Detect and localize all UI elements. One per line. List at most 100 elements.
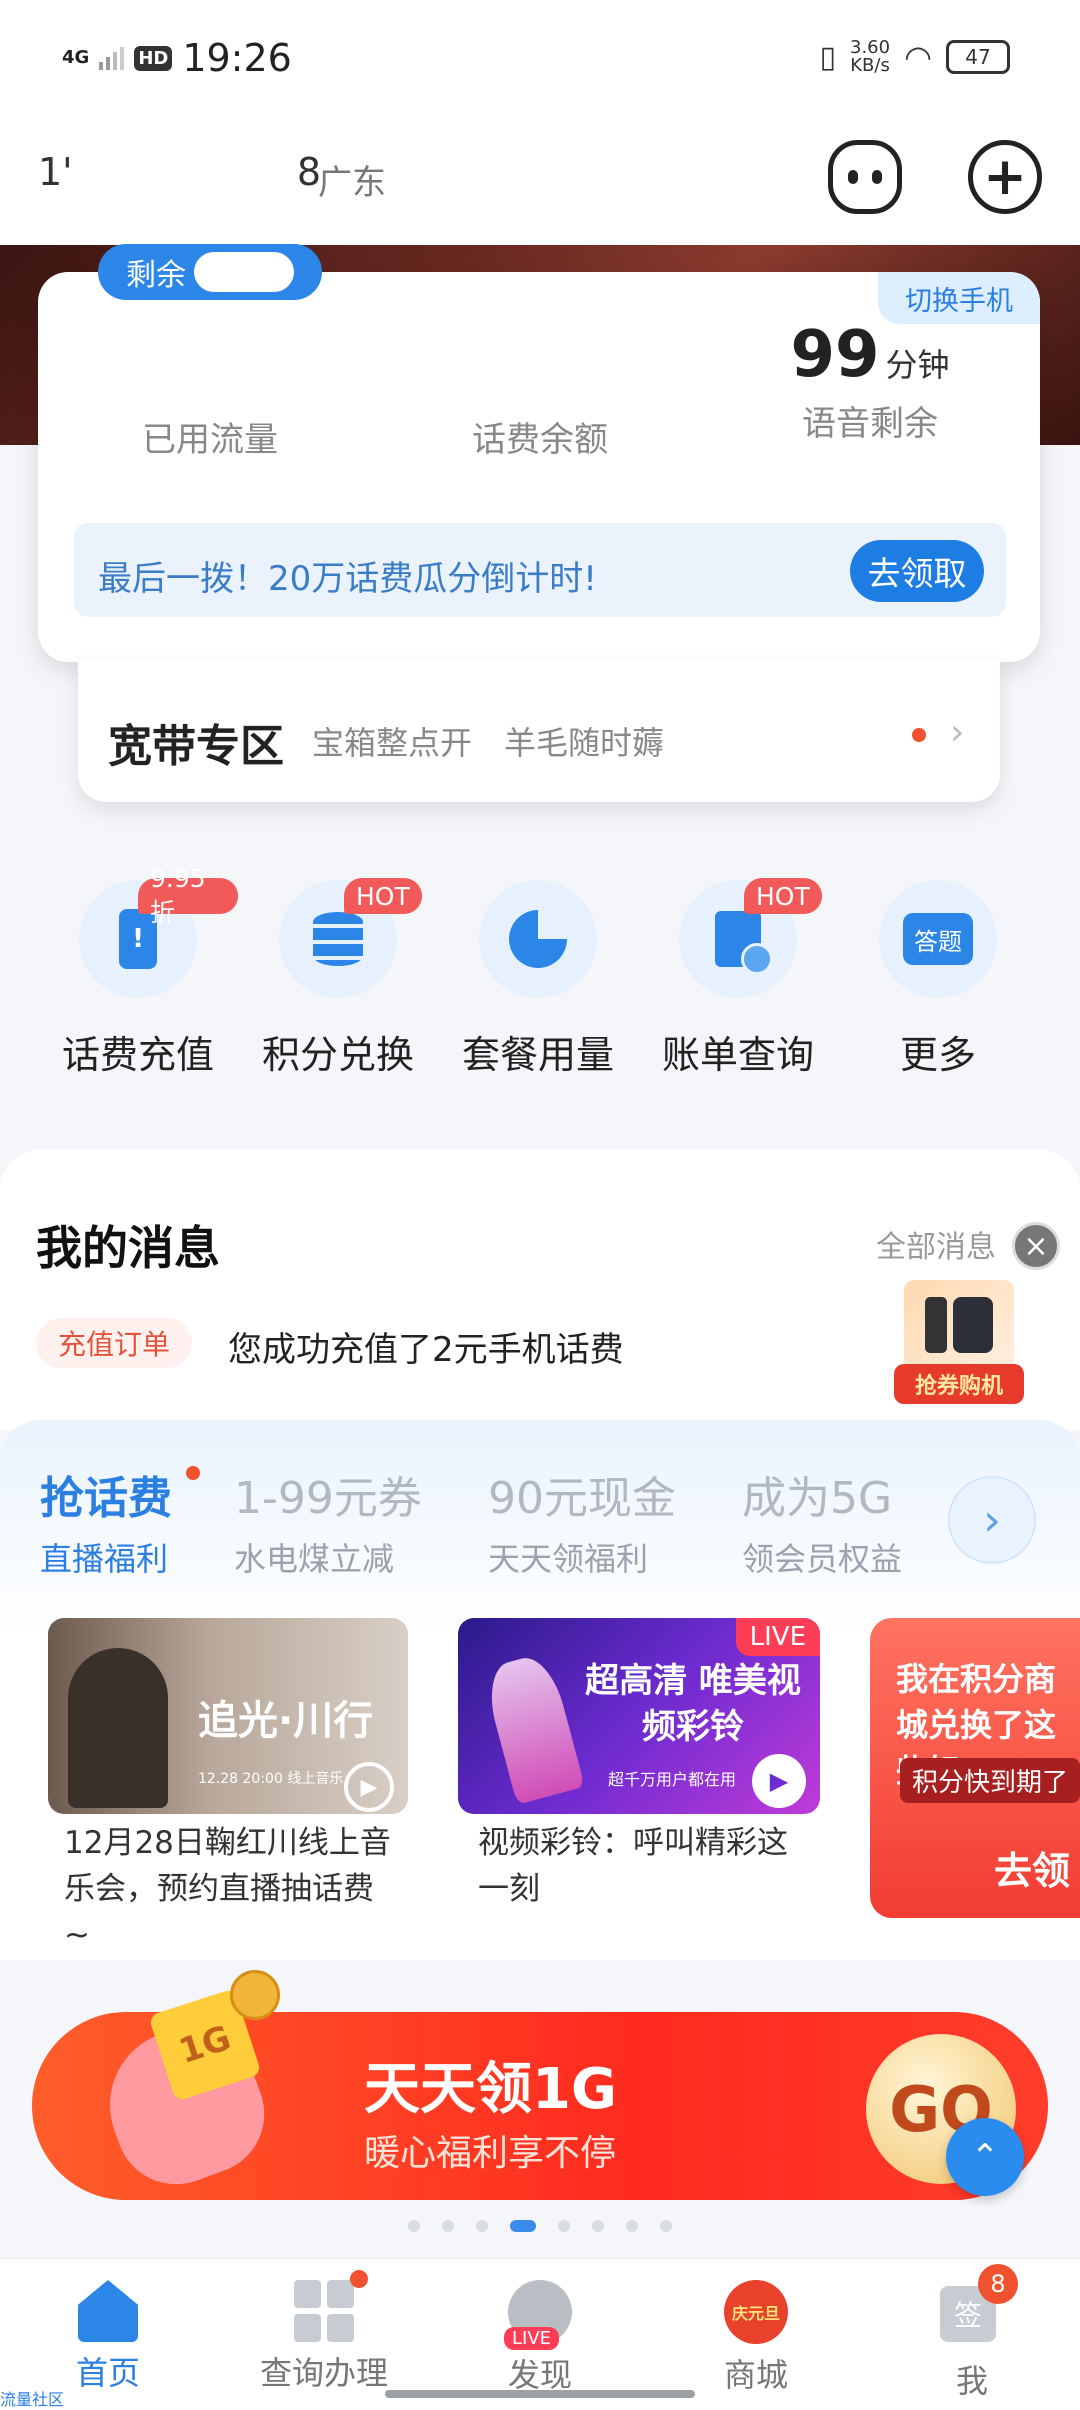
- ringtone-image: 超高清 唯美视频彩铃 超千万用户都在用 LIVE ▶: [458, 1618, 820, 1814]
- claim-button[interactable]: 去领取: [850, 540, 984, 602]
- balance-stat[interactable]: · 话费余额: [430, 330, 650, 461]
- nav-label: 查询办理: [259, 2354, 388, 2392]
- voice-value: 99: [790, 318, 880, 392]
- discount-badge: 9.95折: [138, 864, 238, 927]
- signal-icon: [99, 46, 125, 70]
- quick-action-label: 套餐用量: [461, 1033, 614, 1077]
- data-used-value: ·: [100, 330, 320, 404]
- hd-icon: HD: [134, 45, 173, 71]
- indicator-dot: [442, 2220, 454, 2232]
- indicator-dot: [408, 2220, 420, 2232]
- home-gesture-bar: [385, 2390, 695, 2398]
- quick-action-label: 积分兑换: [261, 1033, 414, 1077]
- nav-mall[interactable]: 庆元旦 商城: [656, 2280, 856, 2396]
- quick-action-recharge[interactable]: ! 话费充值 9.95折: [38, 864, 238, 1079]
- notification-badge: 8: [978, 2264, 1018, 2304]
- points-card-sub: 积分快到期了: [900, 1758, 1080, 1803]
- phone-ad-float[interactable]: 抢券购机: [894, 1280, 1024, 1420]
- concert-person-image: [68, 1648, 168, 1808]
- add-icon[interactable]: +: [968, 140, 1042, 214]
- robot-assistant-icon[interactable]: [828, 140, 902, 214]
- chevron-right-icon[interactable]: ›: [950, 712, 964, 753]
- close-icon[interactable]: ×: [1012, 1222, 1060, 1270]
- quick-action-label: 话费充值: [61, 1033, 214, 1077]
- battery-level: 47: [965, 45, 991, 69]
- tab-subtitle: 直播福利: [40, 1540, 169, 1578]
- card-caption: 视频彩铃：呼叫精彩这一刻: [478, 1825, 788, 1907]
- tabs-next-button[interactable]: ›: [948, 1476, 1036, 1564]
- concert-image-time: 12.28 20:00 线上音乐: [198, 1771, 344, 1787]
- balance-value: ·: [430, 330, 650, 404]
- tab-grab-fee[interactable]: 抢话费 直播福利: [40, 1462, 200, 1580]
- pie-chart-icon: [479, 880, 597, 998]
- data-used-stat[interactable]: · 已用流量: [100, 330, 320, 461]
- location-label: 广东: [318, 163, 386, 203]
- redaction-blob: [194, 252, 294, 292]
- nav-query[interactable]: 查询办理: [224, 2270, 424, 2394]
- play-icon[interactable]: ▶: [344, 1762, 394, 1812]
- broadband-title: 宽带专区: [108, 721, 284, 772]
- banner-subtitle: 暖心福利享不停: [364, 2133, 617, 2174]
- content-card-ringtone[interactable]: 超高清 唯美视频彩铃 超千万用户都在用 LIVE ▶ 视频彩铃：呼叫精彩这一刻: [458, 1618, 820, 1912]
- indicator-dot: [558, 2220, 570, 2232]
- hot-badge: HOT: [344, 878, 422, 914]
- clock: 19:26: [182, 36, 292, 80]
- tab-red-dot: [186, 1466, 200, 1480]
- phone-number-prefix: 1': [38, 150, 73, 194]
- tab-5g[interactable]: 成为5G 领会员权益: [742, 1462, 902, 1580]
- content-card-points[interactable]: 我在积分商城兑换了这些好 积分快到期了 去领: [870, 1618, 1080, 1918]
- live-badge: LIVE: [504, 2327, 560, 2350]
- data-used-label: 已用流量: [142, 420, 278, 460]
- content-card-concert[interactable]: 追光·川行 12.28 20:00 线上音乐 ▶ 12月28日鞠红川线上音乐会，…: [48, 1618, 408, 1958]
- broadband-tag-1: 宝箱整点开: [312, 724, 473, 762]
- remaining-pill-label: 剩余: [126, 258, 186, 293]
- network-indicator: 4G: [62, 47, 90, 68]
- watermark: 流量社区: [0, 2390, 65, 2409]
- nav-discover[interactable]: LIVE 发现: [440, 2280, 640, 2396]
- voice-unit: 分钟: [885, 346, 950, 384]
- nav-home[interactable]: 首页: [8, 2280, 208, 2394]
- voice-label: 语音剩余: [802, 404, 938, 444]
- promo-text: 最后一拨！20万话费瓜分倒计时!: [98, 559, 597, 599]
- quick-action-bill[interactable]: 账单查询 HOT: [638, 878, 838, 1079]
- tab-title: 抢话费: [40, 1473, 172, 1524]
- nav-me[interactable]: 签 8 我: [872, 2264, 1072, 2402]
- quick-action-usage[interactable]: 套餐用量: [438, 880, 638, 1079]
- nav-label: 我: [955, 2362, 988, 2400]
- live-badge: LIVE: [735, 1618, 820, 1656]
- messages-title: 我的消息: [36, 1221, 220, 1275]
- tab-cash[interactable]: 90元现金 天天领福利: [488, 1462, 676, 1580]
- quick-actions: ! 话费充值 9.95折 积分兑换 HOT 套餐用量 账单查询 HOT 答题 更…: [0, 864, 1080, 1100]
- concert-image: 追光·川行 12.28 20:00 线上音乐 ▶: [48, 1618, 408, 1814]
- tab-title: 1-99元券: [234, 1473, 422, 1524]
- phone-number[interactable]: 1' 8: [38, 150, 321, 194]
- play-icon[interactable]: ▶: [752, 1754, 806, 1808]
- message-text[interactable]: 您成功充值了2元手机话费: [228, 1322, 624, 1371]
- coupon-label: 抢券购机: [894, 1364, 1024, 1404]
- compass-icon: LIVE: [504, 2280, 572, 2350]
- switch-phone-button[interactable]: 切换手机: [878, 272, 1040, 324]
- points-card-cta[interactable]: 去领: [994, 1840, 1070, 1895]
- dancer-image: [481, 1651, 585, 1805]
- all-messages-link[interactable]: 全部消息: [876, 1222, 996, 1266]
- indicator-dot: [592, 2220, 604, 2232]
- gift-hand-image: 1G: [88, 1970, 300, 2202]
- concert-image-title: 追光·川行: [198, 1698, 374, 1744]
- carousel-indicator: [0, 2220, 1080, 2232]
- scroll-top-icon[interactable]: ⌃: [946, 2118, 1024, 2196]
- net-speed-unit: KB/s: [850, 55, 890, 76]
- recharge-order-chip: 充值订单: [36, 1318, 193, 1368]
- home-icon: [78, 2280, 138, 2342]
- hot-badge: HOT: [744, 878, 822, 914]
- quick-action-points[interactable]: 积分兑换 HOT: [238, 878, 438, 1079]
- wifi-icon: ◠: [904, 38, 932, 76]
- tab-coupon[interactable]: 1-99元券 水电煤立减: [234, 1462, 422, 1580]
- quick-action-more[interactable]: 答题 更多: [838, 880, 1038, 1079]
- banner-title: 天天领1G: [364, 2057, 617, 2122]
- voice-stat[interactable]: 99 分钟 语音剩余: [770, 318, 970, 445]
- status-right: ▯ 3.60 KB/s ◠ 47: [819, 38, 1010, 76]
- ringtone-image-sub: 超千万用户都在用: [608, 1770, 737, 1789]
- battery-icon: 47: [946, 40, 1010, 74]
- broadband-tag-2: 羊毛随时薅: [504, 724, 665, 762]
- quiz-tv-label: 答题: [903, 913, 973, 965]
